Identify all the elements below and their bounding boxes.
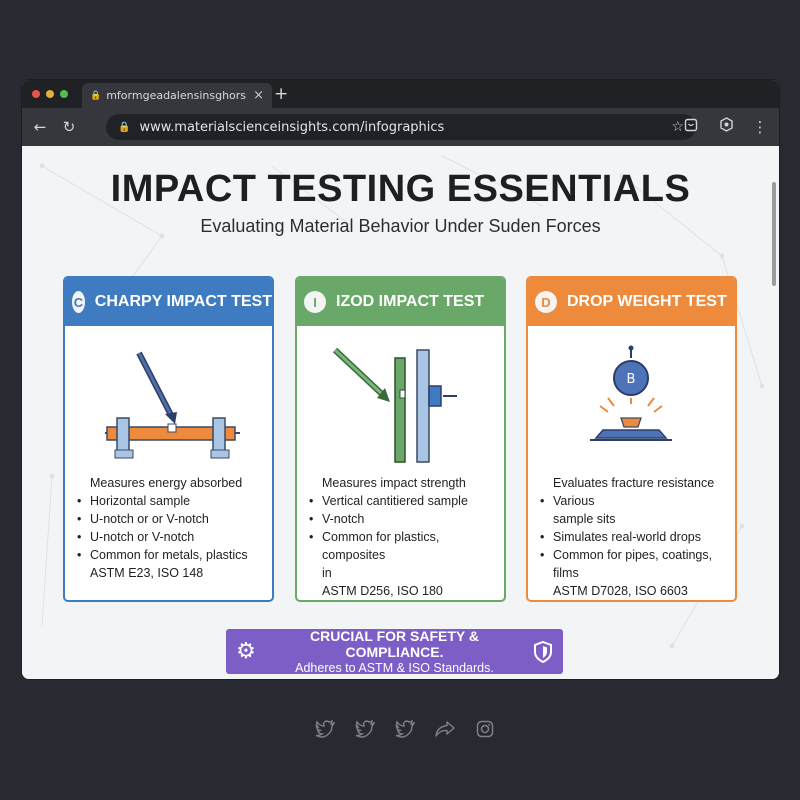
twitter-icon[interactable] xyxy=(394,718,416,740)
charpy-pendulum-illustration xyxy=(105,351,240,459)
card-standards: ASTM D7028, ISO 6603 xyxy=(553,584,688,598)
card-badge: C xyxy=(72,291,85,313)
card-title: CHARPY IMPACT TEST xyxy=(94,293,272,310)
browser-tab[interactable]: 🔒 mformgeadalensinsghors × xyxy=(82,83,272,108)
list-item: U-notch or V-notch xyxy=(76,528,266,546)
toolbar: ← ↻ 🔒 www.materialscienceinsights.com/in… xyxy=(22,108,779,146)
card-note: sample sits xyxy=(553,512,616,526)
gear-icon: ⚙ xyxy=(236,639,256,664)
menu-icon[interactable]: ⋮ xyxy=(750,117,770,137)
reload-icon[interactable]: ↻ xyxy=(59,117,79,137)
tab-bar: 🔒 mformgeadalensinsghors × + xyxy=(22,80,779,108)
browser-window: 🔒 mformgeadalensinsghors × + ← ↻ 🔒 www.m… xyxy=(22,80,779,679)
card-title: IZOD IMPACT TEST xyxy=(336,293,485,310)
puzzle-icon[interactable] xyxy=(716,117,736,137)
banner-subline: Adheres to ASTM & ISO Standards. xyxy=(295,661,494,675)
social-links xyxy=(314,718,496,740)
close-window-button[interactable] xyxy=(32,90,40,98)
card-description: Measures energy absorbed Horizontal samp… xyxy=(76,474,266,582)
card-header: C CHARPY IMPACT TEST xyxy=(65,278,272,326)
card-standards: ASTM E23, ISO 148 xyxy=(90,566,204,580)
lock-icon: 🔒 xyxy=(90,90,102,101)
window-controls xyxy=(32,90,68,98)
drop-weight-card: D DROP WEIGHT TEST B Evaluates fracture … xyxy=(526,276,737,602)
twitter-icon[interactable] xyxy=(314,718,336,740)
list-item: Common for pipes, coatings, films xyxy=(539,546,729,582)
url-text: www.materialscienceinsights.com/infograp… xyxy=(139,119,445,135)
list-item: V-notch xyxy=(308,510,498,528)
list-item: Common for plastics, composites xyxy=(308,528,498,564)
shield-icon xyxy=(523,640,563,663)
banner-headline: CRUCIAL FOR SAFETY & COMPLIANCE. xyxy=(309,628,480,660)
compliance-banner: ⚙ CRUCIAL FOR SAFETY & COMPLIANCE. Adher… xyxy=(226,628,563,675)
card-badge: I xyxy=(304,291,326,313)
card-badge: D xyxy=(535,291,557,313)
list-item: U-notch or or V-notch xyxy=(76,510,266,528)
card-description: Measures impact strength Vertical cantit… xyxy=(308,474,498,600)
card-title: DROP WEIGHT TEST xyxy=(567,293,727,310)
card-header: D DROP WEIGHT TEST xyxy=(528,278,735,326)
card-standards: ASTM D256, ISO 180 xyxy=(322,584,443,598)
tab-title: mformgeadalensinsghors xyxy=(106,89,247,102)
list-item: Horizontal sample xyxy=(76,492,266,510)
page-title: IMPACT TESTING ESSENTIALS xyxy=(110,168,691,210)
instagram-icon[interactable] xyxy=(474,718,496,740)
card-header: I IZOD IMPACT TEST xyxy=(297,278,504,326)
card-description: Evaluates fracture resistance Various sa… xyxy=(539,474,729,600)
card-bullets: Various xyxy=(539,492,729,510)
weight-label: B xyxy=(627,372,636,387)
minimize-window-button[interactable] xyxy=(46,90,54,98)
card-intro: Evaluates fracture resistance xyxy=(553,476,715,490)
share-icon[interactable] xyxy=(434,718,456,740)
lock-icon: 🔒 xyxy=(118,121,131,133)
drop-weight-illustration: B xyxy=(590,345,672,441)
back-icon[interactable]: ← xyxy=(30,117,50,137)
card-bullets: Horizontal sample U-notch or or V-notch … xyxy=(76,492,266,564)
izod-pendulum-illustration xyxy=(332,347,457,463)
list-item: Vertical cantitiered sample xyxy=(308,492,498,510)
charpy-card: C CHARPY IMPACT TEST Measures energy abs… xyxy=(63,276,274,602)
card-note: in xyxy=(322,566,332,580)
list-item: Common for metals, plastics xyxy=(76,546,266,564)
list-item: Various xyxy=(539,492,729,510)
address-bar[interactable]: 🔒 www.materialscienceinsights.com/infogr… xyxy=(106,114,696,140)
page-viewport: IMPACT TESTING ESSENTIALS Evaluating Mat… xyxy=(22,146,779,679)
twitter-icon[interactable] xyxy=(354,718,376,740)
card-intro: Measures impact strength xyxy=(322,476,466,490)
list-item: Simulates real-world drops xyxy=(539,528,729,546)
izod-card: I IZOD IMPACT TEST Measures impact stren… xyxy=(295,276,506,602)
card-intro: Measures energy absorbed xyxy=(90,476,243,490)
banner-text: CRUCIAL FOR SAFETY & COMPLIANCE. Adheres… xyxy=(266,628,523,675)
card-bullets: Vertical cantitiered sample V-notch Comm… xyxy=(308,492,498,564)
new-tab-button[interactable]: + xyxy=(274,84,288,104)
close-tab-icon[interactable]: × xyxy=(253,88,264,103)
card-bullets: Simulates real-world drops Common for pi… xyxy=(539,528,729,582)
extension-icon[interactable] xyxy=(681,117,701,137)
page-subtitle: Evaluating Material Behavior Under Suden… xyxy=(200,216,601,236)
maximize-window-button[interactable] xyxy=(60,90,68,98)
